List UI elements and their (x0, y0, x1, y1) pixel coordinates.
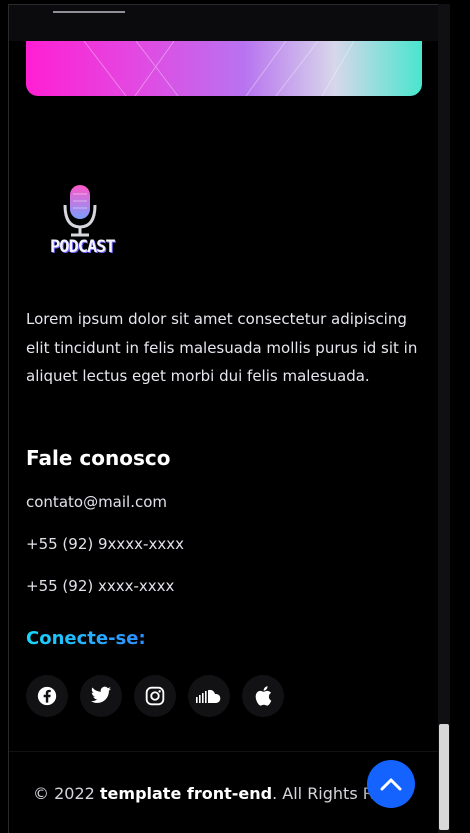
instagram-button[interactable] (134, 675, 176, 717)
back-to-top-button[interactable] (367, 760, 415, 808)
about-description: Lorem ipsum dolor sit amet consectetur a… (26, 310, 418, 385)
rights-text: . All Rights Res (272, 784, 373, 803)
facebook-icon (37, 686, 57, 706)
footer-brand-link[interactable]: template front-end (100, 784, 272, 803)
soundcloud-button[interactable] (188, 675, 230, 717)
footer-divider (9, 751, 438, 752)
apple-icon (255, 686, 272, 706)
chevron-up-icon (380, 778, 402, 791)
banner-pattern (83, 41, 355, 96)
facebook-button[interactable] (26, 675, 68, 717)
podcast-logo-text: PODCAST (50, 237, 116, 257)
scrollbar-thumb[interactable] (439, 724, 449, 830)
scrollbar-track[interactable] (438, 4, 450, 833)
hero-banner (26, 41, 422, 96)
contact-phone-2[interactable]: +55 (92) xxxx-xxxx (26, 577, 174, 595)
apple-button[interactable] (242, 675, 284, 717)
social-links (26, 675, 284, 717)
contact-email[interactable]: contato@mail.com (26, 493, 167, 511)
copyright-prefix: © 2022 (33, 784, 100, 803)
social-heading: Conecte-se: (26, 628, 146, 649)
microphone-icon (63, 185, 97, 237)
soundcloud-icon (196, 689, 221, 703)
twitter-icon (91, 686, 111, 703)
page-frame: PODCAST Lorem ipsum dolor sit amet conse… (8, 4, 438, 833)
top-logo-fragment (53, 5, 125, 13)
footer-copyright: © 2022 template front-end. All Rights Re… (33, 784, 373, 803)
contact-heading: Fale conosco (26, 446, 171, 470)
contact-phone-1[interactable]: +55 (92) 9xxxx-xxxx (26, 535, 184, 553)
top-strip (9, 5, 438, 41)
podcast-logo[interactable]: PODCAST (49, 181, 131, 271)
twitter-button[interactable] (80, 675, 122, 717)
instagram-icon (145, 686, 165, 706)
